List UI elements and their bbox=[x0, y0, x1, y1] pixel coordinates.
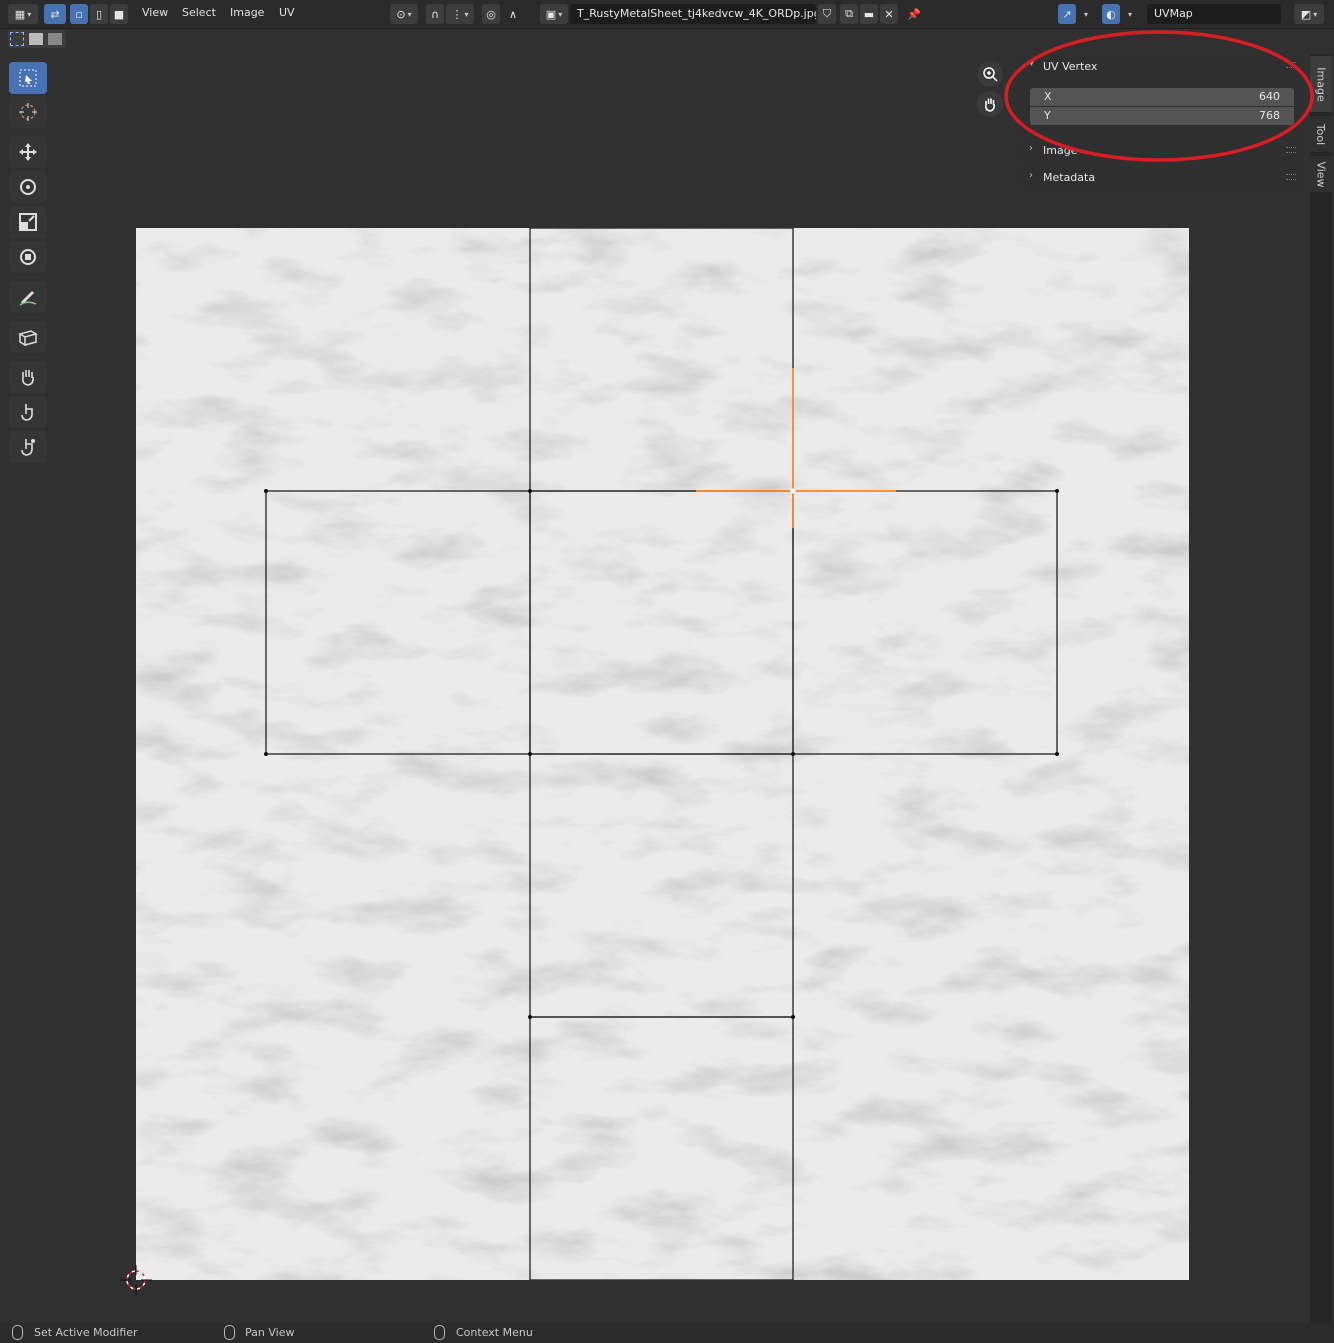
image-name-field[interactable]: T_RustyMetalSheet_tj4kedvcw_4K_ORDp.jpg bbox=[570, 4, 816, 24]
tool-move[interactable] bbox=[9, 136, 47, 168]
chevron-right-icon: › bbox=[1029, 170, 1033, 181]
drag-handle-icon[interactable] bbox=[1286, 174, 1296, 180]
gizmo-dropdown[interactable]: ▾ bbox=[1078, 4, 1092, 24]
select-extend-icon bbox=[29, 33, 43, 45]
editor-type-icon: ▦ bbox=[14, 7, 26, 21]
tool-grab[interactable] bbox=[9, 321, 47, 353]
select-subtract-icon bbox=[48, 33, 62, 45]
face-select-button[interactable]: ■ bbox=[110, 4, 128, 24]
proportional-toggle[interactable]: ◎ bbox=[482, 4, 500, 24]
hand-open-icon bbox=[22, 370, 34, 386]
status-right-hint: Context Menu bbox=[456, 1326, 533, 1339]
mouse-right-icon bbox=[434, 1325, 445, 1340]
pivot-icon: ⊙ bbox=[396, 7, 406, 21]
zoom-icon bbox=[983, 67, 998, 82]
snap-mode-button[interactable]: ⋮ ▾ bbox=[446, 4, 474, 24]
hand-icon bbox=[985, 98, 995, 112]
proportional-icon: ◎ bbox=[486, 7, 496, 21]
open-image-button[interactable]: ▬ bbox=[860, 4, 878, 24]
menu-view[interactable]: View bbox=[142, 6, 168, 19]
falloff-icon: ∧ bbox=[508, 7, 518, 21]
gizmo-toggle[interactable]: ↗ bbox=[1058, 4, 1076, 24]
menu-select[interactable]: Select bbox=[182, 6, 216, 19]
metadata-panel-header[interactable]: › Metadata bbox=[1020, 166, 1304, 188]
new-image-button[interactable]: ⧉ bbox=[840, 4, 858, 24]
snap-icon: ∩ bbox=[430, 7, 440, 21]
metadata-panel-title: Metadata bbox=[1043, 171, 1096, 184]
select-new-icon bbox=[10, 32, 24, 46]
selection-mode-buttons[interactable] bbox=[8, 30, 66, 48]
edge-select-button[interactable]: ▯ bbox=[90, 4, 108, 24]
display-channels-icon: ◩ bbox=[1300, 7, 1312, 21]
scale-icon bbox=[19, 213, 37, 231]
cursor-icon bbox=[19, 103, 37, 121]
uv-sync-button[interactable]: ⇄ bbox=[44, 4, 66, 24]
menu-image[interactable]: Image bbox=[230, 6, 264, 19]
display-channels-button[interactable]: ◩ ▾ bbox=[1294, 4, 1324, 24]
menu-uv[interactable]: UV bbox=[279, 6, 295, 19]
fake-user-button[interactable]: ⛉ bbox=[818, 4, 836, 24]
tool-annotate[interactable] bbox=[9, 281, 47, 313]
open-image-icon: ▬ bbox=[863, 7, 875, 21]
2d-cursor-icon[interactable] bbox=[118, 1263, 154, 1299]
unlink-icon: ✕ bbox=[884, 7, 894, 21]
vertex-select-button[interactable]: ▫ bbox=[70, 4, 88, 24]
rotate-icon bbox=[20, 179, 36, 195]
tool-cursor[interactable] bbox=[9, 96, 47, 128]
edge-select-icon: ▯ bbox=[95, 7, 103, 21]
overlay-dropdown[interactable]: ▾ bbox=[1122, 4, 1136, 24]
status-left-hint: Set Active Modifier bbox=[34, 1326, 138, 1339]
vertex-select-icon: ▫ bbox=[75, 7, 83, 21]
pin-button[interactable]: 📌 bbox=[904, 4, 924, 24]
editor-type-button[interactable]: ▦ ▾ bbox=[8, 4, 38, 24]
falloff-button[interactable]: ∧ bbox=[502, 4, 524, 24]
tool-rotate[interactable] bbox=[9, 171, 47, 203]
sidebar-tabs: Image Tool View bbox=[1310, 54, 1332, 1324]
overlay-icon: ◐ bbox=[1106, 7, 1116, 21]
tool-relax[interactable] bbox=[9, 361, 47, 393]
unlink-image-button[interactable]: ✕ bbox=[880, 4, 898, 24]
uv-map-field[interactable]: UVMap bbox=[1147, 4, 1281, 24]
grab-icon bbox=[18, 330, 38, 347]
pin-icon: 📌 bbox=[907, 7, 921, 21]
image-browse-icon: ▣ bbox=[545, 7, 557, 21]
pivot-button[interactable]: ⊙ ▾ bbox=[390, 4, 418, 24]
annotate-icon bbox=[19, 291, 37, 306]
uv-sync-icon: ⇄ bbox=[50, 7, 60, 21]
mouse-middle-icon bbox=[224, 1325, 235, 1340]
pinch-icon bbox=[21, 404, 33, 421]
status-middle-hint: Pan View bbox=[245, 1326, 295, 1339]
tool-pinch[interactable] bbox=[9, 396, 47, 428]
tool-scale[interactable] bbox=[9, 206, 47, 238]
annotation-circle bbox=[1004, 30, 1314, 162]
snap-increment-icon: ⋮ bbox=[451, 7, 463, 21]
sample-icon bbox=[21, 439, 35, 456]
fake-user-icon: ⛉ bbox=[822, 7, 832, 20]
select-box-icon bbox=[19, 69, 37, 87]
overlay-toggle[interactable]: ◐ bbox=[1102, 4, 1120, 24]
snap-toggle[interactable]: ∩ bbox=[426, 4, 444, 24]
image-browse-button[interactable]: ▣ ▾ bbox=[540, 4, 568, 24]
uv-editor-header: ▦ ▾ ⇄ ▫ ▯ ■ View Select Image UV ⊙ ▾ ∩ ⋮ ▾ … bbox=[0, 0, 1334, 29]
status-bar: Set Active Modifier Pan View Context Men… bbox=[0, 1323, 1334, 1343]
tool-select-box[interactable] bbox=[9, 62, 47, 94]
tool-sample[interactable] bbox=[9, 431, 47, 463]
uv-texture-canvas[interactable] bbox=[136, 228, 1189, 1280]
face-select-icon: ■ bbox=[113, 7, 125, 21]
gizmo-icon: ↗ bbox=[1062, 7, 1072, 21]
mouse-left-icon bbox=[12, 1325, 23, 1340]
tool-transform[interactable] bbox=[9, 241, 47, 273]
move-icon bbox=[19, 143, 37, 161]
new-image-icon: ⧉ bbox=[845, 7, 853, 20]
transform-icon bbox=[20, 249, 36, 265]
